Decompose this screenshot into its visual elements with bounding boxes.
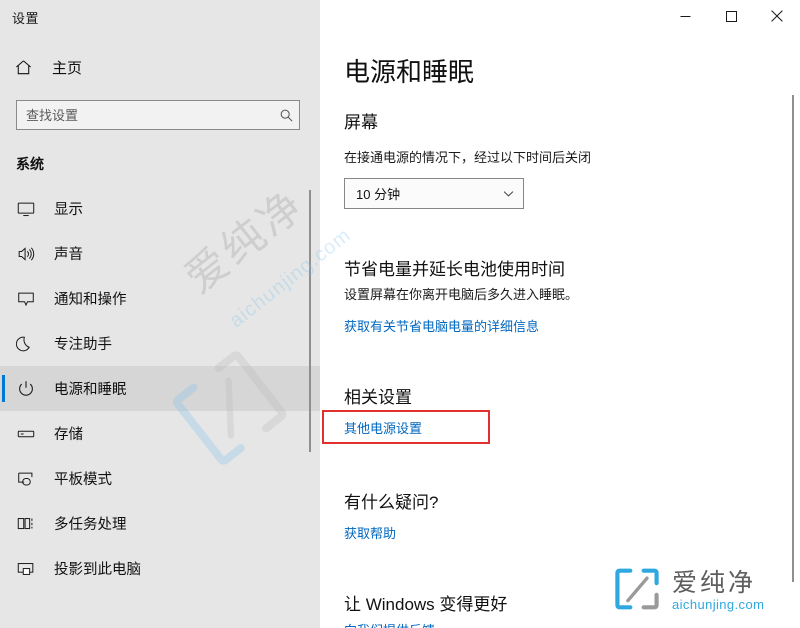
sidebar-item-tablet-mode[interactable]: 平板模式	[0, 456, 320, 501]
sidebar-item-label: 声音	[54, 247, 83, 263]
sidebar-item-focus-assist[interactable]: 专注助手	[0, 321, 320, 366]
feedback-link[interactable]: 向我们提供反馈	[344, 620, 435, 628]
power-icon	[16, 379, 46, 399]
other-power-settings-link[interactable]: 其他电源设置	[344, 418, 422, 437]
sidebar-item-projecting[interactable]: 投影到此电脑	[0, 546, 320, 591]
maximize-button[interactable]	[708, 0, 754, 32]
sidebar-item-multitasking[interactable]: 多任务处理	[0, 501, 320, 546]
monitor-icon	[16, 199, 46, 219]
battery-info-link[interactable]: 获取有关节省电脑电量的详细信息	[344, 316, 539, 335]
minimize-button[interactable]	[662, 0, 708, 32]
screen-timeout-value: 10 分钟	[356, 187, 401, 202]
maximize-icon	[725, 10, 737, 22]
sidebar-scrollbar[interactable]	[309, 190, 311, 452]
window-controls	[662, 0, 800, 32]
section-heading-related: 相关设置	[344, 388, 412, 407]
close-icon	[771, 10, 783, 22]
screen-timeout-label: 在接通电源的情况下，经过以下时间后关闭	[344, 150, 592, 165]
sidebar-item-home[interactable]: 主页	[0, 50, 320, 84]
sidebar-item-label: 投影到此电脑	[54, 562, 141, 578]
sidebar-item-label: 通知和操作	[54, 292, 127, 308]
battery-description: 设置屏幕在你离开电脑后多久进入睡眠。	[344, 287, 579, 302]
tablet-icon	[16, 469, 46, 489]
chevron-down-icon	[502, 187, 515, 200]
sidebar-item-storage[interactable]: 存储	[0, 411, 320, 456]
multitask-icon	[16, 514, 46, 534]
home-icon	[14, 58, 40, 77]
window-title: 设置	[12, 11, 40, 26]
project-icon	[16, 559, 46, 579]
search-icon[interactable]	[273, 108, 299, 123]
sidebar-item-display[interactable]: 显示	[0, 186, 320, 231]
speaker-icon	[16, 244, 46, 264]
sidebar-item-power-and-sleep[interactable]: 电源和睡眠	[0, 366, 320, 411]
sidebar-item-label: 多任务处理	[54, 517, 127, 533]
sidebar-home-label: 主页	[52, 59, 83, 77]
sidebar-item-label: 存储	[54, 427, 83, 443]
settings-window: 主页 系统 显示	[0, 0, 800, 628]
screen-timeout-dropdown[interactable]: 10 分钟	[344, 178, 524, 209]
main-content: 电源和睡眠 屏幕 在接通电源的情况下，经过以下时间后关闭 10 分钟 节省电量并…	[320, 0, 800, 628]
sidebar: 主页 系统 显示	[0, 0, 320, 628]
main-scrollbar[interactable]	[792, 95, 794, 582]
title-bar: 设置	[0, 0, 800, 32]
page-title: 电源和睡眠	[344, 57, 475, 87]
minimize-icon	[680, 11, 691, 22]
get-help-link[interactable]: 获取帮助	[344, 523, 396, 542]
moon-icon	[16, 334, 46, 354]
sidebar-nav: 显示 声音 通知和操作 专注助手 电源和睡眠 存储 平板模式 多任务处理 投影到…	[0, 186, 320, 591]
sidebar-group-title: 系统	[16, 156, 44, 172]
storage-icon	[16, 424, 46, 444]
search-box[interactable]	[16, 100, 300, 130]
sidebar-item-label: 显示	[54, 202, 83, 218]
section-heading-questions: 有什么疑问?	[344, 493, 439, 512]
notification-icon	[16, 289, 46, 309]
sidebar-item-label: 电源和睡眠	[54, 382, 127, 398]
sidebar-item-label: 专注助手	[54, 337, 112, 353]
section-heading-battery: 节省电量并延长电池使用时间	[344, 260, 565, 279]
section-heading-improve: 让 Windows 变得更好	[344, 595, 508, 614]
sidebar-item-notifications[interactable]: 通知和操作	[0, 276, 320, 321]
close-button[interactable]	[754, 0, 800, 32]
search-input[interactable]	[17, 101, 273, 129]
sidebar-item-label: 平板模式	[54, 472, 112, 488]
section-heading-screen: 屏幕	[344, 113, 378, 132]
sidebar-item-sound[interactable]: 声音	[0, 231, 320, 276]
